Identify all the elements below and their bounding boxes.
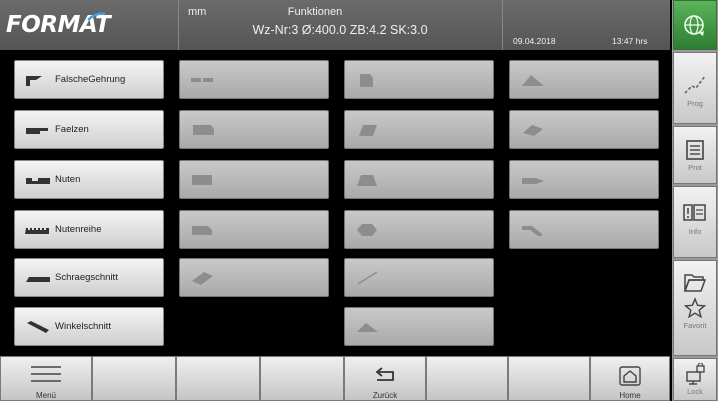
groove-icon	[26, 178, 50, 184]
diagonal-board-icon	[192, 272, 213, 285]
angle-cut-button[interactable]: Winkelschnitt	[14, 307, 164, 346]
disabled-function-button	[179, 110, 329, 149]
disabled-function-button	[344, 210, 494, 249]
favorit-button[interactable]: Favorit	[673, 260, 717, 356]
board-icon	[193, 125, 214, 135]
line-graph-icon	[684, 75, 706, 94]
hexagon-icon	[357, 224, 377, 236]
date-display: 09.04.2018	[513, 36, 556, 46]
disabled-function-button	[509, 160, 659, 199]
trapezoid-icon	[357, 175, 377, 186]
globe-icon	[684, 15, 704, 36]
empty-footer-button[interactable]	[176, 356, 260, 401]
disabled-function-button	[344, 258, 494, 297]
header-divider	[178, 0, 179, 50]
disabled-function-button	[179, 60, 329, 99]
menu-button[interactable]: Menü	[0, 356, 92, 401]
info-icon	[683, 204, 706, 221]
header-divider	[502, 0, 503, 50]
bevel-cut-button[interactable]: Schraegschnitt	[14, 258, 164, 297]
bent-profile-icon	[522, 226, 542, 236]
groove-row-button[interactable]: Nutenreihe	[14, 210, 164, 249]
star-icon	[684, 297, 706, 319]
info-button[interactable]: Info	[673, 186, 717, 258]
bevel-cut-icon	[26, 277, 50, 282]
angled-block-icon	[523, 125, 543, 136]
disabled-function-button	[344, 160, 494, 199]
block-icon	[360, 74, 373, 87]
right-sidebar: Prog Prot Info Favorit Lock	[672, 0, 718, 401]
angle-cut-icon	[27, 321, 49, 333]
home-icon	[619, 366, 641, 386]
back-button[interactable]: Zurück	[344, 356, 426, 401]
prog-button[interactable]: Prog	[673, 52, 717, 124]
tool-info: Wz-Nr:3 Ø:400.0 ZB:4.2 SK:3.0	[252, 23, 428, 37]
protocol-icon	[686, 140, 704, 160]
lock-button[interactable]: Lock	[673, 358, 717, 401]
lock-terminal-icon	[686, 363, 705, 385]
disabled-function-button	[344, 307, 494, 346]
false-miter-button[interactable]: FalscheGehrung	[14, 60, 164, 99]
back-arrow-icon	[375, 367, 394, 381]
time-display: 13:47 hrs	[612, 36, 648, 46]
disabled-function-button	[509, 110, 659, 149]
parallelogram-icon	[359, 125, 377, 136]
ramp-icon	[522, 75, 544, 86]
empty-footer-button[interactable]	[92, 356, 176, 401]
triangle-icon	[357, 323, 378, 332]
rebate-icon	[26, 128, 48, 134]
language-button[interactable]	[673, 0, 717, 50]
header-bar: FORMAT mm Funktionen Wz-Nr:3 Ø:400.0 ZB:…	[0, 0, 670, 50]
format-logo: FORMAT	[6, 12, 111, 38]
disabled-function-button	[179, 210, 329, 249]
diagonal-line-icon	[357, 271, 378, 285]
empty-footer-button[interactable]	[426, 356, 508, 401]
logo-swoosh-icon	[87, 12, 106, 21]
disabled-function-button	[509, 210, 659, 249]
stack-icon	[192, 175, 212, 185]
disabled-function-button	[344, 60, 494, 99]
page-title: Funktionen	[287, 6, 343, 18]
groove-row-icon	[25, 228, 49, 234]
disabled-function-button	[179, 160, 329, 199]
disabled-function-button	[179, 258, 329, 297]
joint-icon	[191, 78, 213, 82]
prot-button[interactable]: Prot	[673, 126, 717, 184]
empty-footer-button[interactable]	[260, 356, 344, 401]
hamburger-menu-icon	[31, 366, 61, 382]
false-miter-icon	[26, 76, 42, 86]
disabled-function-button	[344, 110, 494, 149]
cutter-icon	[522, 178, 544, 184]
empty-footer-button[interactable]	[508, 356, 590, 401]
profile-icon	[192, 226, 212, 235]
disabled-function-button	[509, 60, 659, 99]
home-button[interactable]: Home	[590, 356, 670, 401]
rebate-button[interactable]: Faelzen	[14, 110, 164, 149]
unit-label: mm	[188, 6, 207, 18]
bottom-bar: Menü Zurück Home	[0, 356, 670, 401]
groove-button[interactable]: Nuten	[14, 160, 164, 199]
folder-open-icon	[683, 274, 707, 292]
